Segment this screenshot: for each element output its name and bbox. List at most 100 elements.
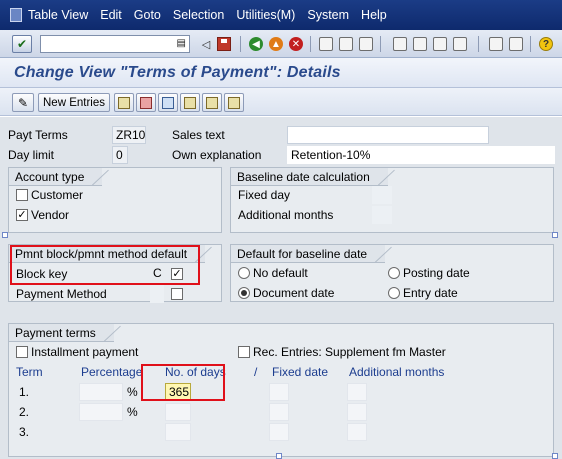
- selection-handle: [276, 453, 282, 459]
- default-baseline-group: Default for baseline date No default Doc…: [230, 244, 554, 302]
- baseline-calculation-title: Baseline date calculation: [230, 167, 388, 186]
- command-history-icon[interactable]: ▤: [177, 38, 186, 49]
- additional-months-row-1-field[interactable]: [347, 383, 367, 401]
- selection-handle: [2, 232, 8, 238]
- payment-method-field[interactable]: [150, 285, 164, 303]
- sales-text-field[interactable]: [287, 126, 489, 144]
- exit-icon[interactable]: ▲: [268, 36, 284, 52]
- red-highlight-block-key: [10, 245, 200, 285]
- sap-menu-icon[interactable]: [10, 8, 22, 22]
- fixed-day-label: Fixed day: [238, 188, 291, 202]
- entry-date-label: Entry date: [403, 286, 458, 300]
- col-slash-header: /: [254, 365, 258, 379]
- percentage-row-1-field[interactable]: [79, 383, 123, 401]
- percentage-row-2-field[interactable]: [79, 403, 123, 421]
- fixed-date-row-2-field[interactable]: [269, 403, 289, 421]
- find-next-icon[interactable]: [358, 36, 374, 52]
- percent-sign-row-2: %: [127, 405, 138, 419]
- selection-handle: [552, 232, 558, 238]
- selection-handle: [552, 453, 558, 459]
- application-toolbar: ✎ New Entries: [0, 88, 562, 116]
- rec-entries-label: Rec. Entries: Supplement fm Master: [253, 345, 446, 359]
- find-icon[interactable]: [338, 36, 354, 52]
- menu-bar: Table View Edit Goto Selection Utilities…: [0, 0, 562, 30]
- new-entries-button[interactable]: New Entries: [38, 93, 110, 112]
- menu-help[interactable]: Help: [361, 8, 387, 22]
- own-explanation-label: Own explanation: [172, 148, 262, 162]
- col-fixed-date-header: Fixed date: [272, 365, 329, 379]
- title-bar: Change View "Terms of Payment": Details: [0, 58, 562, 88]
- no-default-label: No default: [253, 266, 308, 280]
- account-type-group: Account type Customer ✓ Vendor: [8, 167, 222, 233]
- toolbar-separator: [240, 36, 241, 52]
- installment-payment-label: Installment payment: [31, 345, 139, 359]
- menu-table-view[interactable]: Table View: [28, 8, 88, 22]
- term-row-1-label: 1.: [19, 385, 30, 399]
- main-area: Payt Terms ZR10 Day limit 0 Sales text O…: [0, 117, 562, 459]
- default-baseline-title: Default for baseline date: [230, 244, 386, 263]
- additional-months-row-3-field[interactable]: [347, 423, 367, 441]
- baseline-calculation-group: Baseline date calculation Fixed day Addi…: [230, 167, 554, 233]
- next-entry-button[interactable]: [202, 93, 222, 112]
- day-limit-field[interactable]: 0: [112, 146, 128, 164]
- previous-page-icon[interactable]: [412, 36, 428, 52]
- entry-date-radio[interactable]: [388, 287, 400, 299]
- previous-entry-button[interactable]: [180, 93, 200, 112]
- shortcut-icon[interactable]: [508, 36, 524, 52]
- payt-terms-label: Payt Terms: [8, 128, 68, 142]
- vendor-checkbox[interactable]: ✓: [16, 209, 28, 221]
- undo-change-button[interactable]: [158, 93, 178, 112]
- payment-terms-group: Payment terms Installment payment Rec. E…: [8, 323, 554, 457]
- delete-button[interactable]: [136, 93, 156, 112]
- menu-goto[interactable]: Goto: [134, 8, 161, 22]
- enter-button[interactable]: ✔: [12, 35, 32, 53]
- command-field[interactable]: ▤: [40, 35, 190, 53]
- back-arrow-icon[interactable]: ◁: [198, 36, 214, 52]
- help-icon[interactable]: ?: [538, 36, 554, 52]
- cancel-icon[interactable]: ✕: [288, 36, 304, 52]
- posting-date-radio[interactable]: [388, 267, 400, 279]
- payment-method-checkbox[interactable]: [171, 288, 183, 300]
- fixed-date-row-1-field[interactable]: [269, 383, 289, 401]
- no-of-days-row-2-field[interactable]: [165, 403, 191, 421]
- col-additional-months-header: Additional months: [349, 365, 445, 379]
- document-date-radio[interactable]: [238, 287, 250, 299]
- toolbar-separator: [478, 36, 479, 52]
- additional-months-field[interactable]: [372, 206, 392, 224]
- fixed-date-row-3-field[interactable]: [269, 423, 289, 441]
- payt-terms-field[interactable]: ZR10: [112, 126, 146, 144]
- last-page-icon[interactable]: [452, 36, 468, 52]
- menu-edit[interactable]: Edit: [100, 8, 122, 22]
- document-date-label: Document date: [253, 286, 335, 300]
- standard-toolbar: ✔ ▤ ◁ ◀ ▲ ✕ ?: [0, 30, 562, 58]
- term-row-3-label: 3.: [19, 425, 30, 439]
- menu-utilities[interactable]: Utilities(M): [236, 8, 295, 22]
- back-icon[interactable]: ◀: [248, 36, 264, 52]
- save-icon[interactable]: [216, 36, 232, 52]
- customer-checkbox[interactable]: [16, 189, 28, 201]
- next-page-icon[interactable]: [432, 36, 448, 52]
- copy-as-button[interactable]: [114, 93, 134, 112]
- new-session-icon[interactable]: [488, 36, 504, 52]
- menu-selection[interactable]: Selection: [173, 8, 224, 22]
- no-of-days-row-3-field[interactable]: [165, 423, 191, 441]
- vendor-label: Vendor: [31, 208, 70, 222]
- other-entry-button[interactable]: [224, 93, 244, 112]
- print-icon[interactable]: [318, 36, 334, 52]
- percent-sign-row-1: %: [127, 385, 138, 399]
- installment-payment-checkbox[interactable]: [16, 346, 28, 358]
- payment-method-label: Payment Method: [16, 287, 107, 301]
- customer-label: Customer: [31, 188, 84, 202]
- toolbar-separator: [310, 36, 311, 52]
- rec-entries-checkbox[interactable]: [238, 346, 250, 358]
- first-page-icon[interactable]: [392, 36, 408, 52]
- own-explanation-field[interactable]: Retention-10%: [287, 146, 555, 164]
- col-percentage-header: Percentage: [81, 365, 143, 379]
- toolbar-separator: [380, 36, 381, 52]
- additional-months-row-2-field[interactable]: [347, 403, 367, 421]
- display-change-button[interactable]: ✎: [12, 93, 34, 112]
- fixed-day-field[interactable]: [372, 186, 392, 204]
- no-default-radio[interactable]: [238, 267, 250, 279]
- payment-terms-title: Payment terms: [8, 323, 114, 342]
- menu-system[interactable]: System: [307, 8, 349, 22]
